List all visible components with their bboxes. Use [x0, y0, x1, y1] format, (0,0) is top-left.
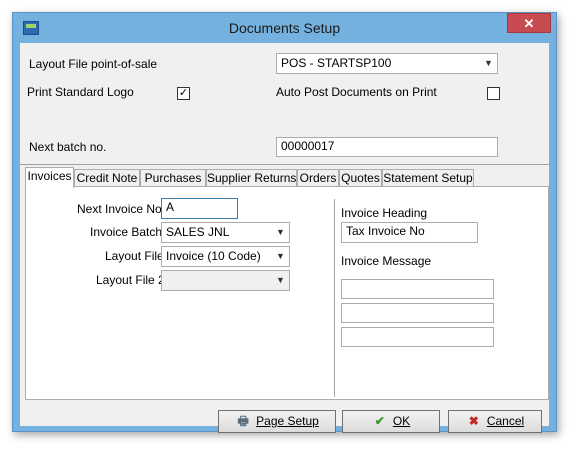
- next-batch-label: Next batch no.: [29, 140, 107, 154]
- page-setup-label: Page Setup: [256, 414, 319, 428]
- tab-quotes[interactable]: Quotes: [339, 169, 382, 187]
- layout-file-2-label: Layout File 2: [96, 273, 165, 287]
- invoice-batch-select[interactable]: SALES JNL ▼: [161, 222, 290, 243]
- tab-credit-note[interactable]: Credit Note: [74, 169, 140, 187]
- invoice-heading-label: Invoice Heading: [341, 206, 428, 220]
- separator: [20, 164, 549, 165]
- invoice-batch-label: Invoice Batch: [90, 225, 163, 239]
- layout-file-select[interactable]: Invoice (10 Code) ▼: [161, 246, 290, 267]
- invoice-message-line-1[interactable]: [341, 279, 494, 299]
- invoice-heading-field[interactable]: Tax Invoice No: [341, 222, 478, 243]
- window-title: Documents Setup: [228, 20, 341, 36]
- cancel-button[interactable]: ✖ Cancel: [448, 410, 542, 433]
- page-setup-button[interactable]: 🖶 Page Setup: [218, 410, 336, 433]
- print-standard-logo-checkbox[interactable]: ✓: [177, 87, 190, 100]
- cancel-label: Cancel: [486, 414, 525, 428]
- column-divider: [334, 199, 335, 397]
- chevron-down-icon[interactable]: ▼: [272, 247, 289, 266]
- next-invoice-label: Next Invoice No.: [77, 202, 166, 216]
- checkmark-icon: ✔: [374, 414, 385, 428]
- chevron-down-icon[interactable]: ▼: [480, 54, 497, 73]
- printer-icon: 🖶: [237, 414, 249, 428]
- next-invoice-field[interactable]: A: [161, 198, 238, 219]
- layout-file-label: Layout File: [105, 249, 164, 263]
- window-frame: Documents Setup ✕ Layout File point-of-s…: [12, 12, 557, 433]
- invoice-batch-value: SALES JNL: [166, 225, 230, 239]
- layout-file-pos-select[interactable]: POS - STARTSP100 ▼: [276, 53, 498, 74]
- layout-file-value: Invoice (10 Code): [166, 249, 261, 263]
- tab-statement-setup[interactable]: Statement Setup: [382, 169, 474, 187]
- auto-post-label: Auto Post Documents on Print: [276, 85, 437, 99]
- dialog-client: Layout File point-of-sale POS - STARTSP1…: [20, 43, 549, 433]
- tab-invoices[interactable]: Invoices: [25, 167, 74, 188]
- tab-purchases[interactable]: Purchases: [140, 169, 206, 187]
- invoice-message-line-2[interactable]: [341, 303, 494, 323]
- ok-button[interactable]: ✔ OK: [342, 410, 440, 433]
- chevron-down-icon[interactable]: ▼: [272, 223, 289, 242]
- title-bar[interactable]: Documents Setup ✕: [13, 13, 556, 43]
- layout-file-2-select[interactable]: ▼: [161, 270, 290, 291]
- print-standard-logo-label: Print Standard Logo: [27, 85, 134, 99]
- close-button[interactable]: ✕: [507, 13, 551, 33]
- tab-supplier-returns[interactable]: Supplier Returns: [206, 169, 297, 187]
- auto-post-checkbox[interactable]: [487, 87, 500, 100]
- ok-label: OK: [392, 414, 411, 428]
- layout-file-pos-label: Layout File point-of-sale: [29, 57, 158, 71]
- invoice-message-line-3[interactable]: [341, 327, 494, 347]
- tab-orders[interactable]: Orders: [297, 169, 339, 187]
- next-batch-field[interactable]: 00000017: [276, 137, 498, 157]
- invoice-message-label: Invoice Message: [341, 254, 432, 268]
- layout-file-pos-value: POS - STARTSP100: [281, 56, 392, 70]
- invoices-panel: Next Invoice No. A Invoice Batch SALES J…: [25, 186, 549, 400]
- chevron-down-icon[interactable]: ▼: [272, 271, 289, 290]
- cancel-x-icon: ✖: [468, 414, 479, 428]
